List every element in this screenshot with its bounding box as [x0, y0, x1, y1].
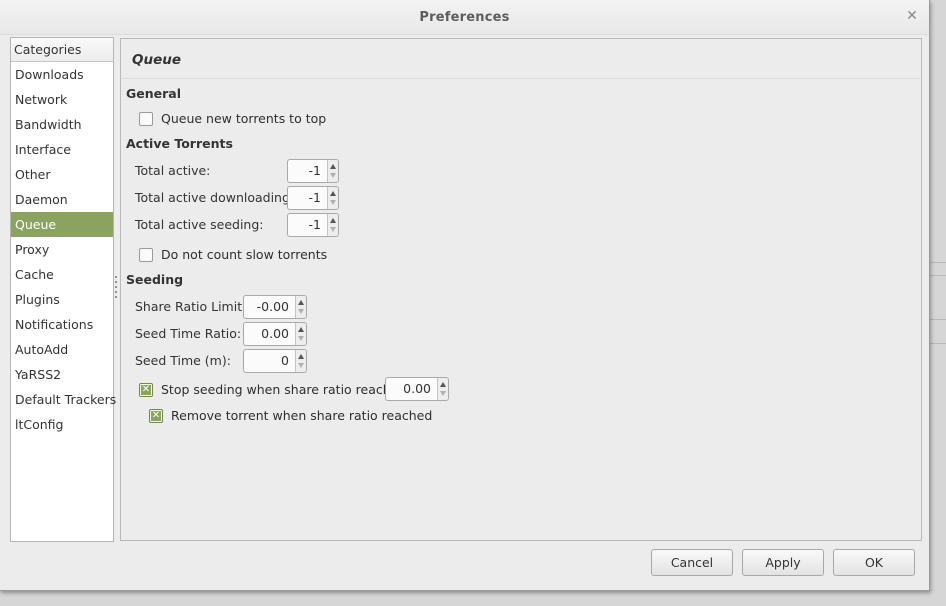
sidebar-item-queue[interactable]: Queue — [11, 212, 113, 237]
close-icon[interactable]: ✕ — [904, 8, 920, 24]
stop-seeding-checkbox[interactable]: Stop seeding when share ratio reaches: — [139, 382, 409, 397]
sidebar-item-notifications[interactable]: Notifications — [11, 312, 113, 337]
total-downloading-spinner[interactable]: -1 — [287, 186, 339, 210]
sidebar-item-interface[interactable]: Interface — [11, 137, 113, 162]
background-divider — [930, 319, 946, 320]
spinner-value[interactable]: 0.00 — [386, 378, 437, 400]
decrement-arrow-icon[interactable] — [298, 363, 304, 368]
queue-new-to-top-checkbox[interactable]: Queue new torrents to top — [139, 111, 326, 126]
increment-arrow-icon[interactable] — [298, 327, 304, 332]
seed-time-label: Seed Time (m): — [135, 353, 231, 368]
increment-arrow-icon[interactable] — [330, 218, 336, 223]
checkbox-box[interactable] — [139, 247, 153, 262]
checkbox-box[interactable] — [149, 408, 163, 423]
spinner-arrows — [295, 323, 306, 345]
remove-torrent-checkbox[interactable]: Remove torrent when share ratio reached — [149, 408, 432, 423]
dont-count-slow-checkbox[interactable]: Do not count slow torrents — [139, 247, 327, 262]
sidebar-item-downloads[interactable]: Downloads — [11, 62, 113, 87]
pane-resize-handle[interactable] — [115, 276, 117, 300]
spinner-value[interactable]: 0 — [244, 350, 295, 372]
sidebar-item-default-trackers[interactable]: Default Trackers — [11, 387, 116, 412]
spinner-arrows — [295, 350, 306, 372]
spinner-arrows — [437, 378, 448, 400]
decrement-arrow-icon[interactable] — [298, 336, 304, 341]
seed-time-ratio-spinner[interactable]: 0.00 — [243, 322, 307, 346]
seed-time-ratio-label: Seed Time Ratio: — [135, 326, 242, 341]
checkbox-label: Stop seeding when share ratio reaches: — [161, 382, 410, 397]
window-title: Preferences — [419, 10, 510, 25]
cancel-button[interactable]: Cancel — [651, 549, 733, 576]
spinner-arrows — [295, 296, 306, 318]
title-bar[interactable]: Preferences ✕ — [0, 0, 929, 35]
total-seeding-label: Total active seeding: — [135, 217, 264, 232]
sidebar-item-yarss2[interactable]: YaRSS2 — [11, 362, 113, 387]
background-divider — [930, 343, 946, 344]
heading-divider — [122, 78, 920, 79]
decrement-arrow-icon[interactable] — [298, 309, 304, 314]
decrement-arrow-icon[interactable] — [330, 227, 336, 232]
section-seeding-title: Seeding — [126, 272, 184, 287]
sidebar-item-plugins[interactable]: Plugins — [11, 287, 113, 312]
preferences-dialog: Preferences ✕ Categories Downloads Netwo… — [0, 0, 930, 591]
ok-button[interactable]: OK — [833, 549, 915, 576]
increment-arrow-icon[interactable] — [330, 164, 336, 169]
spinner-value[interactable]: -1 — [288, 187, 327, 209]
increment-arrow-icon[interactable] — [298, 354, 304, 359]
share-ratio-limit-label: Share Ratio Limit: — [135, 299, 247, 314]
spinner-arrows — [327, 214, 338, 236]
increment-arrow-icon[interactable] — [298, 300, 304, 305]
spinner-value[interactable]: -1 — [288, 160, 327, 182]
seed-time-spinner[interactable]: 0 — [243, 349, 307, 373]
sidebar-item-network[interactable]: Network — [11, 87, 113, 112]
queue-settings-panel: Queue General Queue new torrents to top … — [120, 38, 922, 541]
spinner-value[interactable]: -0.00 — [244, 296, 295, 318]
total-active-spinner[interactable]: -1 — [287, 159, 339, 183]
share-ratio-limit-spinner[interactable]: -0.00 — [243, 295, 307, 319]
background-divider — [930, 275, 946, 276]
decrement-arrow-icon[interactable] — [330, 173, 336, 178]
total-seeding-spinner[interactable]: -1 — [287, 213, 339, 237]
sidebar-item-autoadd[interactable]: AutoAdd — [11, 337, 113, 362]
sidebar-item-proxy[interactable]: Proxy — [11, 237, 113, 262]
sidebar-item-other[interactable]: Other — [11, 162, 113, 187]
decrement-arrow-icon[interactable] — [440, 391, 446, 396]
section-active-torrents-title: Active Torrents — [126, 136, 233, 151]
decrement-arrow-icon[interactable] — [330, 200, 336, 205]
stop-ratio-spinner[interactable]: 0.00 — [385, 377, 449, 401]
increment-arrow-icon[interactable] — [440, 382, 446, 387]
categories-header[interactable]: Categories — [11, 38, 113, 62]
sidebar-item-daemon[interactable]: Daemon — [11, 187, 113, 212]
checkbox-label: Do not count slow torrents — [161, 247, 328, 262]
checkbox-label: Queue new torrents to top — [161, 111, 327, 126]
page-title: Queue — [132, 52, 182, 68]
total-active-label: Total active: — [135, 163, 211, 178]
apply-button[interactable]: Apply — [742, 549, 824, 576]
total-downloading-label: Total active downloading: — [135, 190, 295, 205]
spinner-arrows — [327, 187, 338, 209]
categories-list: Categories Downloads Network Bandwidth I… — [10, 37, 116, 542]
sidebar-item-ltconfig[interactable]: ltConfig — [11, 412, 113, 437]
increment-arrow-icon[interactable] — [330, 191, 336, 196]
sidebar-item-bandwidth[interactable]: Bandwidth — [11, 112, 113, 137]
checkbox-label: Remove torrent when share ratio reached — [171, 408, 433, 423]
checkbox-box[interactable] — [139, 382, 153, 397]
spinner-value[interactable]: 0.00 — [244, 323, 295, 345]
sidebar-item-cache[interactable]: Cache — [11, 262, 113, 287]
background-divider — [930, 262, 946, 263]
checkbox-box[interactable] — [139, 111, 153, 126]
spinner-arrows — [327, 160, 338, 182]
spinner-value[interactable]: -1 — [288, 214, 327, 236]
section-general-title: General — [126, 86, 181, 101]
